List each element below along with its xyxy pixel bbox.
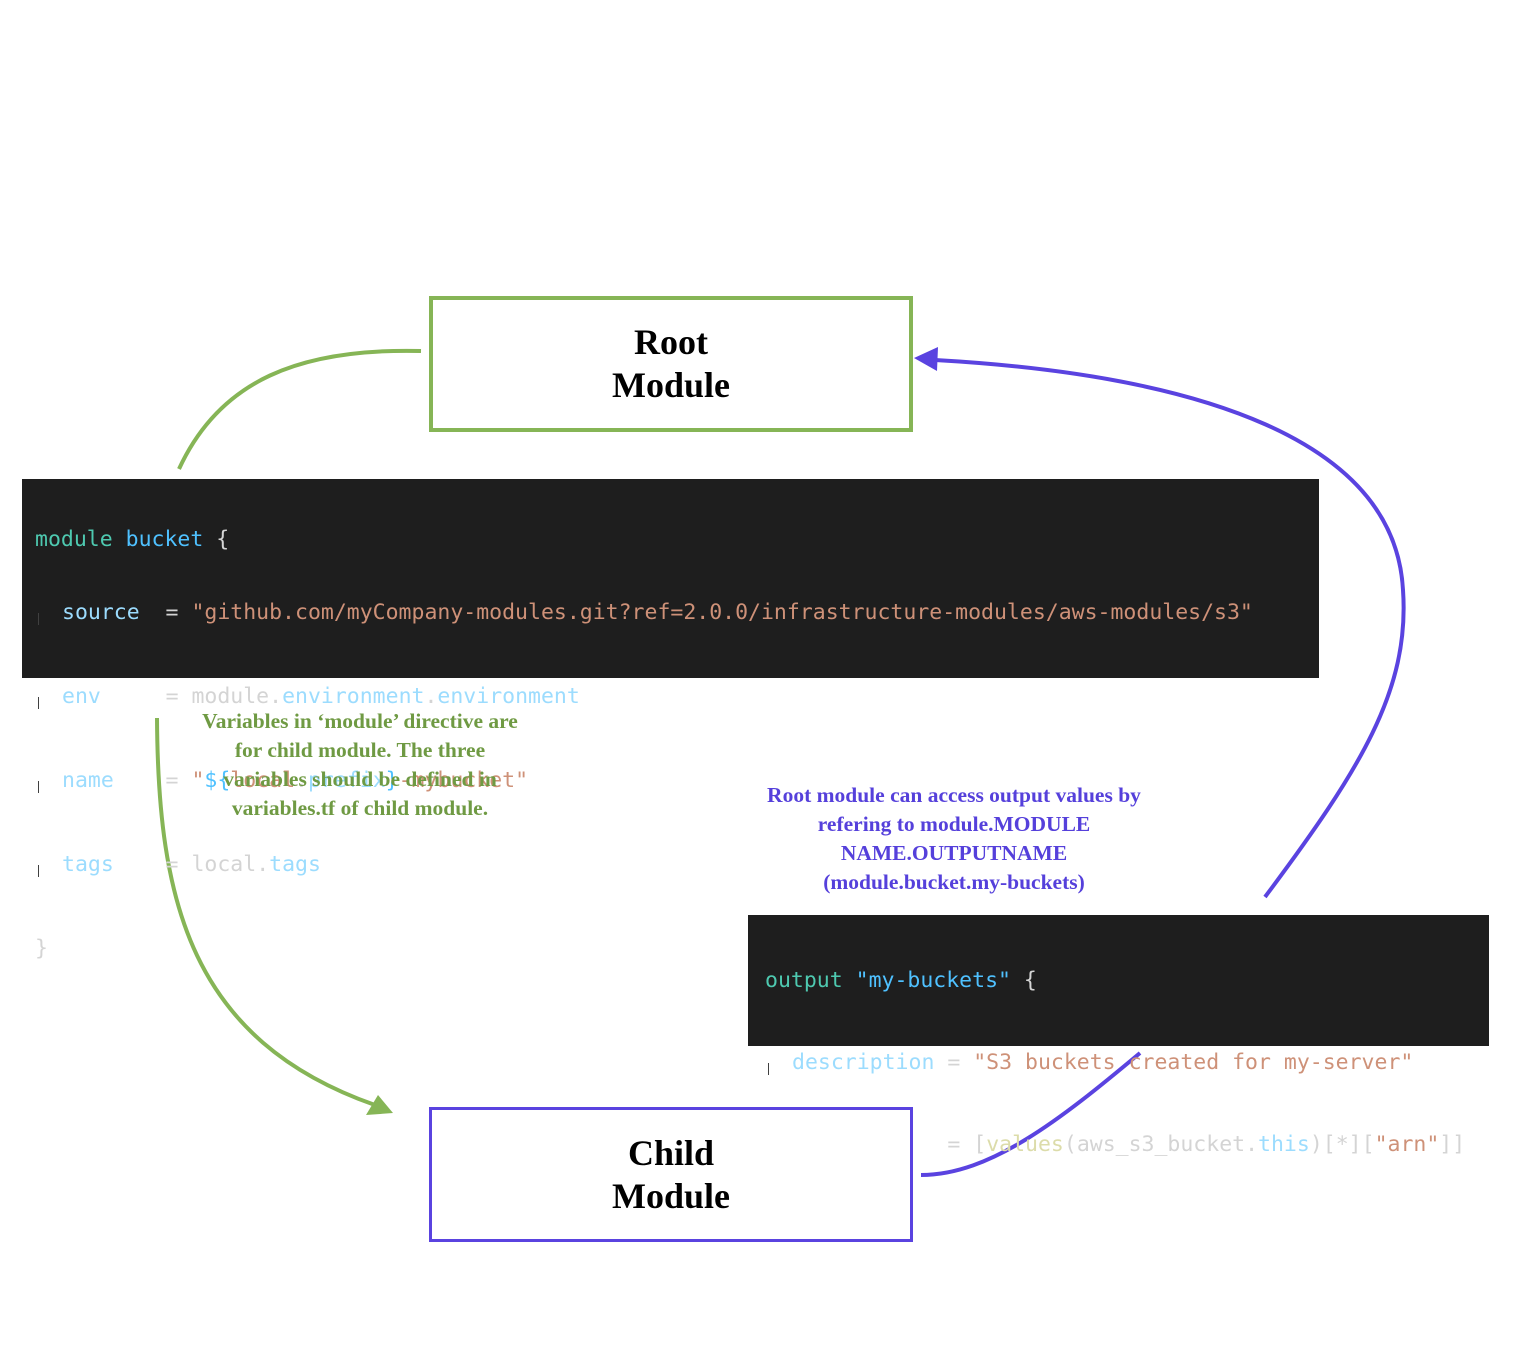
green-arrowhead-icon — [366, 1095, 393, 1115]
module-variables-note: Variables in ‘module’ directive are for … — [202, 709, 518, 820]
purple-arrowhead-icon — [914, 347, 938, 371]
code-line: description = "S3 buckets created for my… — [768, 1050, 1414, 1075]
output-access-note: Root module can access output values by … — [767, 783, 1141, 894]
root-to-code-connector — [177, 348, 422, 470]
output-code-block: output "my-buckets" { description = "S3 … — [748, 915, 1489, 1239]
code-line: module bucket { — [35, 527, 230, 552]
root-module-label-line2: Module — [611, 365, 730, 405]
child-module-label-line1: Child — [627, 1132, 715, 1173]
root-module-box: Root Module — [429, 296, 913, 432]
code-line: output "my-buckets" { — [765, 968, 1037, 993]
child-module-box: Child Module — [429, 1107, 913, 1242]
code-line: source = "github.com/myCompany-modules.g… — [38, 600, 1253, 625]
root-module-label-line1: Root — [634, 322, 708, 362]
module-code-block: module bucket { source = "github.com/myC… — [22, 479, 1319, 960]
child-module-label-line2: Module — [611, 1175, 730, 1216]
